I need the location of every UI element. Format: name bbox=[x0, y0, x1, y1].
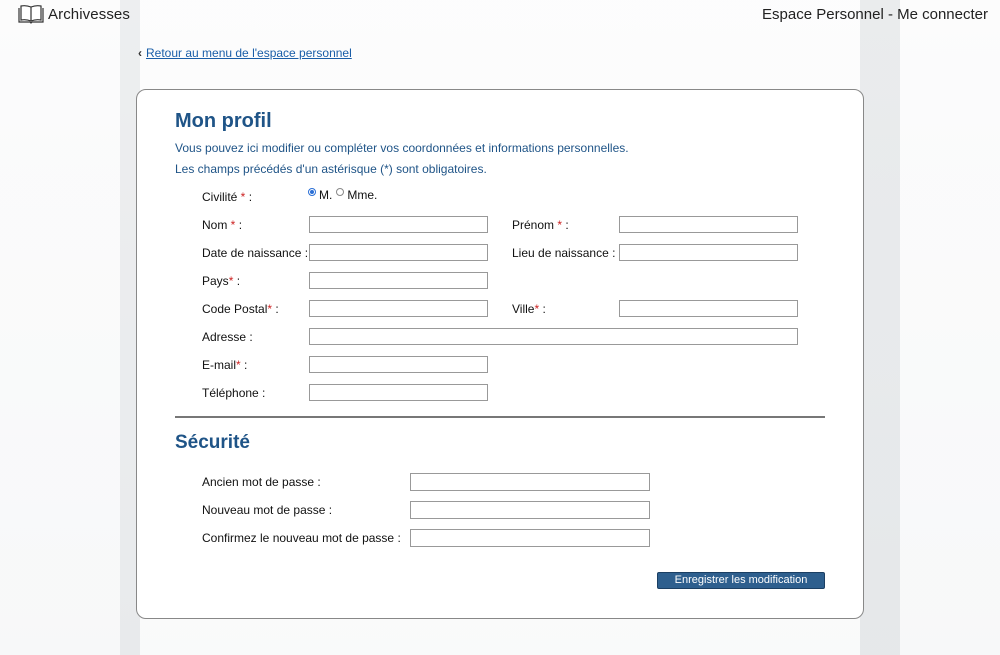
lieu-naissance-label: Lieu de naissance : bbox=[512, 246, 616, 260]
pays-input[interactable] bbox=[309, 272, 488, 289]
radio-m[interactable] bbox=[308, 188, 316, 196]
old-password-label: Ancien mot de passe : bbox=[202, 475, 321, 489]
email-label: E-mail* : bbox=[202, 358, 248, 372]
ville-label: Ville* : bbox=[512, 302, 546, 316]
security-title: Sécurité bbox=[175, 432, 250, 453]
open-book-icon bbox=[18, 5, 44, 24]
code-postal-label: Code Postal* : bbox=[202, 302, 279, 316]
telephone-label: Téléphone : bbox=[202, 386, 266, 400]
lieu-naissance-input[interactable] bbox=[619, 244, 798, 261]
email-input[interactable] bbox=[309, 356, 488, 373]
chevron-left-icon: ‹ bbox=[138, 46, 142, 60]
section-divider bbox=[175, 416, 825, 418]
radio-m-label: M. bbox=[319, 188, 333, 202]
civility-label: Civilité * : bbox=[202, 190, 253, 204]
date-naissance-input[interactable] bbox=[309, 244, 488, 261]
profile-intro: Vous pouvez ici modifier ou compléter vo… bbox=[175, 141, 629, 155]
back-to-menu-link[interactable]: ‹ Retour au menu de l'espace personnel bbox=[138, 46, 352, 60]
radio-mme[interactable] bbox=[336, 188, 345, 196]
civility-radio-group: M. Mme. bbox=[308, 188, 381, 202]
new-password-input[interactable] bbox=[410, 501, 650, 519]
confirm-password-input[interactable] bbox=[410, 529, 650, 547]
top-bar: Archivesses Espace Personnel - Me connec… bbox=[0, 0, 1000, 30]
old-password-input[interactable] bbox=[410, 473, 650, 491]
nom-input[interactable] bbox=[309, 216, 488, 233]
prenom-label: Prénom * : bbox=[512, 218, 569, 232]
new-password-label: Nouveau mot de passe : bbox=[202, 503, 333, 517]
radio-mme-label: Mme. bbox=[347, 188, 378, 202]
prenom-input[interactable] bbox=[619, 216, 798, 233]
date-naissance-label: Date de naissance : bbox=[202, 246, 309, 260]
required-note: Les champs précédés d'un astérisque (*) … bbox=[175, 162, 487, 176]
save-button[interactable]: Enregistrer les modification bbox=[657, 572, 825, 589]
nom-label: Nom * : bbox=[202, 218, 243, 232]
confirm-password-label: Confirmez le nouveau mot de passe : bbox=[202, 531, 401, 545]
ville-input[interactable] bbox=[619, 300, 798, 317]
site-logo[interactable]: Archivesses bbox=[17, 4, 130, 24]
adresse-input[interactable] bbox=[309, 328, 798, 345]
profile-title: Mon profil bbox=[175, 110, 272, 132]
code-postal-input[interactable] bbox=[309, 300, 488, 317]
profile-card: Mon profil Vous pouvez ici modifier ou c… bbox=[136, 89, 864, 619]
telephone-input[interactable] bbox=[309, 384, 488, 401]
pays-label: Pays* : bbox=[202, 274, 241, 288]
back-link-label: Retour au menu de l'espace personnel bbox=[146, 46, 352, 60]
account-link[interactable]: Espace Personnel - Me connecter bbox=[762, 6, 988, 23]
site-name: Archivesses bbox=[48, 5, 130, 23]
adresse-label: Adresse : bbox=[202, 330, 253, 344]
